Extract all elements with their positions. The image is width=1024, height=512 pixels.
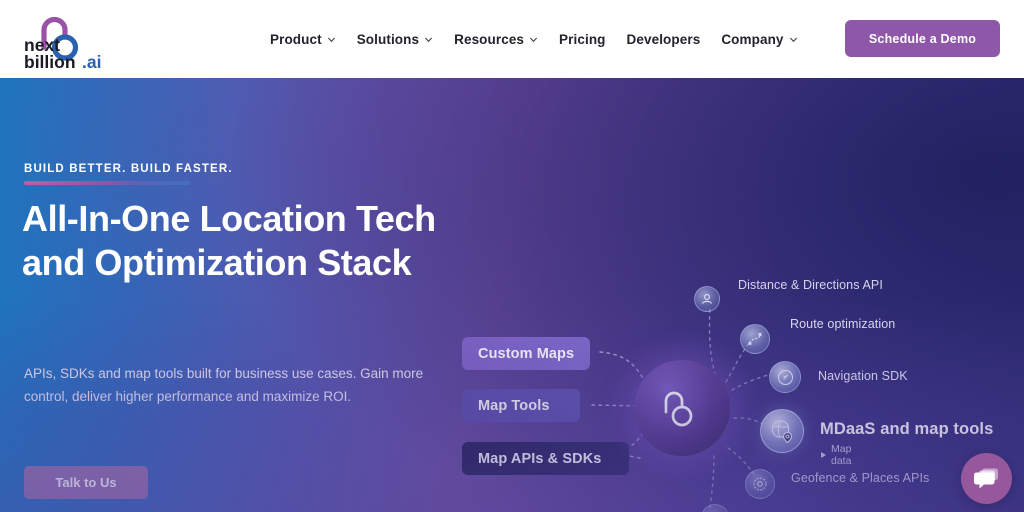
- page-root: next billion .ai Product Solutions Resou…: [0, 0, 1024, 512]
- hero-eyebrow-text: BUILD BETTER. BUILD FASTER.: [24, 163, 233, 175]
- nav-item-developers[interactable]: Developers: [627, 32, 701, 47]
- nav-item-company[interactable]: Company: [721, 32, 797, 47]
- nav-item-label: Resources: [454, 31, 525, 47]
- hero-eyebrow: BUILD BETTER. BUILD FASTER.: [24, 163, 233, 185]
- nextbillion-logo-mark-icon: [664, 391, 693, 427]
- site-header: next billion .ai Product Solutions Resou…: [0, 0, 1024, 78]
- nextbillion-ai-logo[interactable]: next billion .ai: [22, 6, 142, 72]
- distance-directions-icon: [694, 286, 720, 312]
- chevron-down-icon: [530, 37, 538, 42]
- route-optimization-icon: [740, 324, 770, 354]
- geofence-places-icon: [745, 469, 775, 499]
- nav-item-label: Developers: [626, 31, 701, 47]
- hero-eyebrow-rule: [24, 181, 190, 185]
- nav-item-resources[interactable]: Resources: [454, 32, 538, 47]
- node-label: MDaaS and map tools: [820, 420, 994, 438]
- diagram-pill-map-tools[interactable]: Map Tools: [462, 389, 580, 422]
- svg-text:.ai: .ai: [82, 52, 101, 72]
- nav-item-label: Product: [270, 31, 322, 47]
- chevron-down-icon: [327, 37, 335, 42]
- node-sub-item-map-data[interactable]: Map data: [821, 443, 851, 467]
- chat-widget-button[interactable]: [961, 453, 1012, 504]
- post-trip-road-editor-icon: [701, 504, 729, 512]
- main-navigation: Product Solutions Resources Pricing Deve…: [270, 0, 798, 78]
- navigation-sdk-icon: [769, 361, 801, 393]
- talk-to-us-button[interactable]: Talk to Us: [24, 466, 148, 499]
- hero-section: BUILD BETTER. BUILD FASTER. All-In-One L…: [0, 78, 1024, 512]
- chevron-down-icon: [425, 37, 433, 42]
- diagram-pill-custom-maps[interactable]: Custom Maps: [462, 337, 590, 370]
- node-label: Distance & Directions API: [738, 278, 883, 292]
- chevron-down-icon: [789, 37, 797, 42]
- chat-bubbles-icon: [973, 468, 998, 488]
- svg-text:billion: billion: [24, 52, 76, 72]
- hero-headline: All-In-One Location Tech and Optimizatio…: [22, 198, 436, 283]
- nav-item-solutions[interactable]: Solutions: [357, 32, 433, 47]
- triangle-right-icon: [821, 452, 826, 458]
- nav-item-pricing[interactable]: Pricing: [559, 32, 605, 47]
- product-diagram: Custom Maps Map Tools Map APIs & SDKs Di…: [440, 156, 1024, 512]
- map-data-globe-icon: [760, 409, 804, 453]
- node-label: Navigation SDK: [818, 369, 908, 383]
- nav-item-label: Solutions: [356, 31, 420, 47]
- pill-label: Map APIs & SDKs: [478, 450, 602, 467]
- diagram-hub[interactable]: [608, 334, 756, 482]
- schedule-demo-button[interactable]: Schedule a Demo: [845, 20, 1000, 57]
- node-label: Route optimization: [790, 317, 896, 331]
- hero-subcopy: APIs, SDKs and map tools built for busin…: [24, 366, 424, 404]
- nav-item-product[interactable]: Product: [270, 32, 336, 47]
- node-sub-label: Map data: [831, 443, 852, 467]
- pill-label: Custom Maps: [478, 345, 575, 362]
- nav-item-label: Company: [721, 31, 784, 47]
- node-label: Geofence & Places APIs: [791, 471, 930, 485]
- pill-label: Map Tools: [478, 397, 550, 414]
- diagram-pill-map-apis-sdks[interactable]: Map APIs & SDKs: [462, 442, 629, 475]
- nav-item-label: Pricing: [559, 31, 606, 47]
